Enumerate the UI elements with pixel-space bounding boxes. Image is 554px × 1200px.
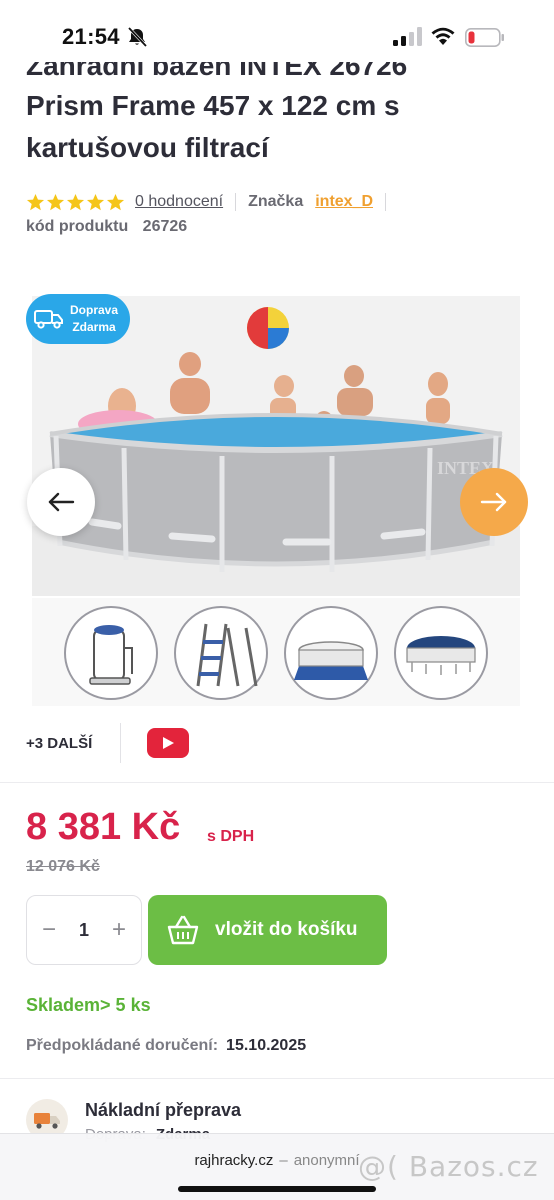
status-bar: 21:54 xyxy=(0,0,554,62)
url-domain: rajhracky.cz xyxy=(194,1152,274,1169)
brand-link[interactable]: intex_D xyxy=(315,193,373,211)
product-title-line: kartušovou filtrací xyxy=(26,132,269,163)
divider xyxy=(0,1078,554,1079)
star-icon xyxy=(106,193,125,210)
product-code-label: kód produktu xyxy=(26,218,129,235)
ground-cloth-icon xyxy=(284,606,378,700)
product-code-value: 26726 xyxy=(142,218,188,235)
reviews-link[interactable]: 0 hodnocení xyxy=(135,193,223,211)
pool-ladder-icon xyxy=(174,606,268,700)
filter-pump-icon xyxy=(64,606,158,700)
product-meta-row: 0 hodnocení Značka intex_D xyxy=(26,191,398,213)
watermark: @( Bazos.cz xyxy=(358,1150,539,1183)
price-vat-label: s DPH xyxy=(207,828,255,845)
accessories-strip xyxy=(32,598,520,706)
wifi-icon xyxy=(431,27,455,45)
star-icon xyxy=(86,193,105,210)
truck-icon xyxy=(34,310,63,329)
youtube-video-button[interactable] xyxy=(147,728,189,758)
product-title-line: Prism Frame 457 x 122 cm s xyxy=(26,90,400,121)
gallery-prev-button[interactable] xyxy=(27,468,95,536)
rating-stars[interactable] xyxy=(26,193,125,212)
status-time: 21:54 xyxy=(62,24,120,49)
stock-status: Skladem> 5 ks xyxy=(26,995,151,1015)
basket-icon xyxy=(167,915,199,945)
quantity-decrease-button[interactable]: − xyxy=(39,916,59,944)
youtube-play-icon xyxy=(163,737,174,749)
battery-low-icon xyxy=(465,28,504,47)
shipping-method-title: Nákladní přeprava xyxy=(85,1100,242,1120)
brand-label: Značka xyxy=(248,193,304,210)
quantity-increase-button[interactable]: + xyxy=(109,916,129,944)
quantity-stepper: − 1 + xyxy=(26,895,142,965)
divider xyxy=(235,193,237,211)
divider xyxy=(120,723,121,763)
more-images-button[interactable]: +3 DALŠÍ xyxy=(26,735,120,752)
url-separator: – xyxy=(279,1152,288,1169)
arrow-right-icon xyxy=(480,492,507,512)
private-mode-label: anonymní xyxy=(293,1152,360,1169)
pool-cover-icon xyxy=(394,606,488,700)
old-price: 12 076 Kč xyxy=(26,858,100,875)
gallery-more-row: +3 DALŠÍ xyxy=(26,723,189,763)
star-icon xyxy=(26,193,45,210)
gallery-next-button[interactable] xyxy=(460,468,528,536)
expected-delivery: Předpokládané doručení: 15.10.2025 xyxy=(26,1037,306,1055)
quantity-value[interactable]: 1 xyxy=(79,920,89,941)
free-shipping-badge: Doprava Zdarma xyxy=(26,294,130,344)
product-code-row: kód produktu 26726 xyxy=(26,218,187,236)
add-to-cart-button[interactable]: vložit do košíku xyxy=(148,895,387,965)
cellular-signal-icon xyxy=(393,27,422,46)
badge-line: Zdarma xyxy=(72,320,116,334)
divider xyxy=(0,782,554,783)
arrow-left-icon xyxy=(48,492,75,512)
star-icon xyxy=(46,193,65,210)
add-to-cart-label: vložit do košíku xyxy=(215,919,358,940)
delivery-label: Předpokládané doručení: xyxy=(26,1037,219,1054)
price: 8 381 Kč xyxy=(26,806,181,848)
bell-slash-icon xyxy=(127,27,148,47)
star-icon xyxy=(66,193,85,210)
delivery-date: 15.10.2025 xyxy=(226,1037,307,1054)
badge-line: Doprava xyxy=(70,303,119,317)
home-indicator[interactable] xyxy=(178,1186,376,1192)
divider xyxy=(385,193,387,211)
